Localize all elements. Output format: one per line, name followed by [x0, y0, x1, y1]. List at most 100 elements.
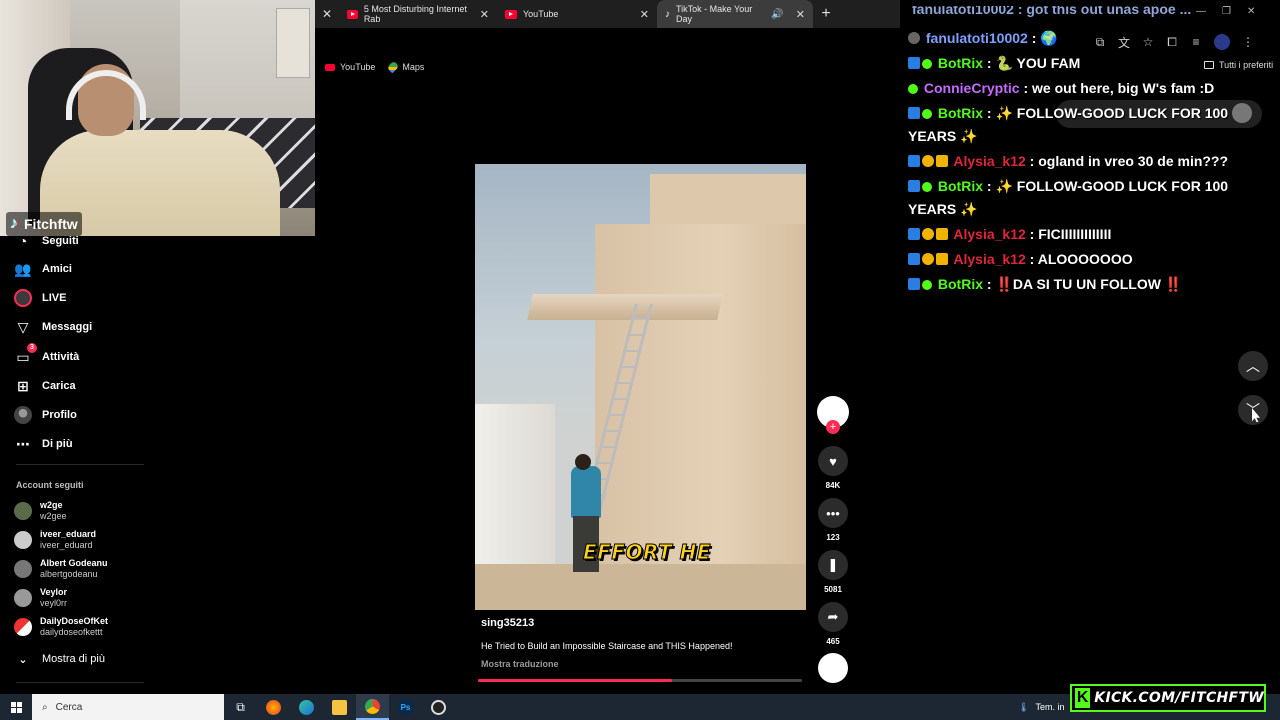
bookmark-youtube[interactable]: YouTube — [325, 62, 375, 72]
close-icon[interactable]: ✕ — [315, 7, 339, 21]
heart-icon[interactable]: ♥ — [818, 446, 848, 476]
maps-icon — [387, 60, 400, 74]
chevron-up-icon: ︿ — [1246, 358, 1260, 374]
video-progress-bar[interactable] — [478, 679, 802, 682]
verified-badge-icon — [908, 84, 918, 94]
avatar — [14, 589, 32, 607]
bot-badge-icon — [908, 155, 920, 167]
save-action[interactable]: ❚ 5081 — [817, 550, 849, 594]
photoshop-taskbar-button[interactable]: Ps — [389, 694, 422, 720]
close-icon[interactable]: ✕ — [796, 8, 805, 21]
share-icon[interactable]: ➦ — [818, 602, 848, 632]
video-player[interactable]: EFFORT HE — [475, 164, 806, 610]
explorer-taskbar-button[interactable] — [323, 694, 356, 720]
chat-username: BotRix — [937, 55, 984, 71]
sidebar-item-friends[interactable]: 👥 Amici — [14, 260, 72, 278]
tab-label: 5 Most Disturbing Internet Rab — [363, 4, 467, 24]
taskbar-search[interactable]: ⌕ Cerca — [32, 694, 224, 720]
verified-badge-icon — [922, 182, 932, 192]
sidebar-item-label: Messaggi — [42, 321, 93, 333]
edge-icon — [299, 699, 314, 715]
weather-label[interactable]: Tem. in — [1035, 702, 1064, 712]
verified-badge-icon — [922, 280, 932, 290]
sidebar-item-activity[interactable]: ▭ 3 Attività — [14, 343, 80, 366]
new-tab-button[interactable]: + — [813, 5, 839, 23]
music-disc-icon[interactable] — [818, 653, 848, 683]
show-more-label: Mostra di più — [42, 653, 105, 665]
friends-icon: 👥 — [14, 260, 32, 277]
comment-icon[interactable]: ••• — [818, 498, 848, 528]
comment-action[interactable]: ••• 123 — [817, 498, 849, 542]
followed-account[interactable]: w2ge w2gee — [14, 500, 67, 522]
like-count: 84K — [825, 481, 841, 490]
chat-username: BotRix — [937, 178, 984, 194]
account-name: Veylor — [40, 587, 68, 597]
folder-icon — [332, 699, 347, 715]
sidebar-item-label: Carica — [42, 380, 76, 392]
verified-badge-icon — [922, 59, 932, 69]
video-author[interactable]: sing35213 — [481, 617, 534, 629]
divider — [16, 464, 144, 465]
bot-badge-icon — [908, 107, 920, 119]
kick-channel-banner: K KICK.COM/FITCHFTW — [1070, 684, 1266, 712]
sidebar-item-profile[interactable]: Profilo — [14, 406, 77, 424]
save-count: 5081 — [824, 585, 842, 594]
firefox-taskbar-button[interactable] — [257, 694, 290, 720]
chat-message: BotRix : ✨ FOLLOW-GOOD LUCK FOR 100 YEAR… — [908, 178, 1229, 217]
sidebar-item-label: Amici — [42, 263, 72, 275]
followed-account[interactable]: Veylor veyl0rr — [14, 587, 67, 609]
chat-username: fanulatoti10002 — [925, 30, 1028, 46]
sidebar-item-upload[interactable]: ⊞ Carica — [14, 377, 76, 395]
chrome-taskbar-button[interactable] — [356, 694, 389, 720]
previous-video-button[interactable]: ︿ — [1238, 351, 1268, 381]
chat-text: 🐍 YOU FAM — [995, 55, 1081, 71]
sidebar-item-more[interactable]: ⋯ Di più — [14, 435, 73, 453]
show-more-button[interactable]: ⌄ Mostra di più — [14, 650, 105, 668]
speaker-icon[interactable]: 🔊 — [771, 9, 783, 20]
obs-taskbar-button[interactable] — [422, 694, 455, 720]
tab-tiktok[interactable]: ♪ TikTok - Make Your Day 🔊 ✕ — [657, 0, 813, 28]
account-handle: veyl0rr — [40, 598, 68, 608]
edge-taskbar-button[interactable] — [290, 694, 323, 720]
share-count: 465 — [826, 637, 840, 646]
bookmark-maps[interactable]: Maps — [387, 60, 424, 74]
live-icon — [14, 289, 32, 307]
following-icon: ◔ — [18, 233, 28, 249]
chat-username: Alysia_k12 — [953, 153, 1026, 169]
avatar — [14, 618, 32, 636]
video-description: He Tried to Build an Impossible Staircas… — [481, 641, 733, 651]
chat-username: BotRix — [937, 276, 984, 292]
sidebar-item-label: Attività — [42, 351, 80, 363]
followed-account[interactable]: Albert Godeanu albertgodeanu — [14, 558, 108, 580]
chat-message: BotRix : ✨ FOLLOW-GOOD LUCK FOR 100 YEAR… — [908, 105, 1229, 144]
chat-username: BotRix — [937, 105, 984, 121]
start-button[interactable] — [0, 694, 32, 720]
messages-icon: ▽ — [17, 318, 29, 335]
close-icon[interactable]: ✕ — [640, 8, 649, 21]
see-translation-link[interactable]: Mostra traduzione — [481, 659, 559, 669]
obs-icon — [431, 699, 446, 715]
task-view-button[interactable]: ⧉ — [224, 694, 257, 720]
tab-disturbing-video[interactable]: 5 Most Disturbing Internet Rab ✕ — [339, 0, 497, 28]
tab-label: TikTok - Make Your Day — [676, 4, 753, 24]
tab-youtube[interactable]: YouTube ✕ — [497, 0, 657, 28]
followed-account[interactable]: iveer_eduard iveer_eduard — [14, 529, 96, 551]
account-name: DailyDoseOfKet — [40, 616, 109, 626]
follow-plus-icon[interactable]: + — [826, 420, 840, 434]
followed-account[interactable]: DailyDoseOfKet dailydoseofkettt — [14, 616, 108, 638]
chat-message: Alysia_k12 : FICIIIIIIIIIIIII — [908, 223, 1238, 246]
sidebar-item-label: Di più — [42, 438, 73, 450]
followed-accounts-title: Account seguiti — [16, 480, 84, 490]
sidebar-item-following[interactable]: ◔ Seguiti — [14, 232, 79, 250]
close-icon[interactable]: ✕ — [480, 8, 489, 21]
bot-badge-icon — [908, 278, 920, 290]
chat-message: fanulatoti10002 : 🌍 — [908, 27, 1238, 50]
upload-icon: ⊞ — [17, 377, 29, 394]
bookmark-icon[interactable]: ❚ — [818, 550, 848, 580]
sidebar-item-messages[interactable]: ▽ Messaggi — [14, 318, 93, 336]
share-action[interactable]: ➦ 465 — [817, 602, 849, 646]
system-tray: 🌡 Tem. in — [1018, 694, 1064, 720]
sidebar-item-live[interactable]: LIVE — [14, 289, 66, 307]
like-action[interactable]: ♥ 84K — [817, 446, 849, 490]
kick-url: KICK.COM/FITCHFTW — [1094, 690, 1264, 706]
